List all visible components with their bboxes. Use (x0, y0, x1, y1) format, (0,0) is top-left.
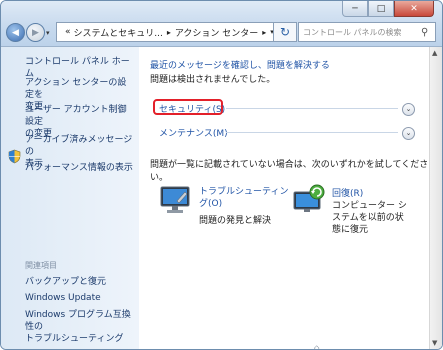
scroll-down-icon[interactable]: ▼ (432, 339, 437, 347)
search-box[interactable]: ⚲ (298, 22, 436, 42)
sidebar-related-backup-restore[interactable]: バックアップと復元 (25, 276, 135, 288)
chevron-down-icon: ⌄ (405, 105, 412, 113)
sidebar-related-windows-update[interactable]: Windows Update (25, 292, 135, 304)
hint-text: 問題が一覧に記載されていない場合は、次のいずれかを試してください。 (150, 160, 429, 183)
recovery-desc: コンピューター シ ステムを以前の状 態に復元 (332, 200, 407, 236)
recovery-desc-line: 態に復元 (332, 225, 369, 235)
scroll-up-icon[interactable]: ▲ (432, 49, 437, 57)
refresh-icon: ↻ (279, 25, 291, 39)
window: ─ □ ✕ ◀ ▶ ▾ « システムとセキュリ... ▸ アクション センター … (0, 0, 443, 350)
recovery-desc-line: コンピューター シ (332, 201, 407, 211)
breadcrumb-overflow-icon[interactable]: « (65, 27, 71, 37)
chevron-down-icon: ⌄ (405, 129, 412, 137)
recent-pages-icon[interactable]: ▾ (46, 29, 50, 37)
recovery-link[interactable]: 回復(R) (332, 186, 363, 199)
breadcrumb-separator-icon[interactable]: ▸ (262, 28, 266, 37)
sidebar-item-performance-info[interactable]: パフォーマンス情報の表示 (25, 162, 135, 174)
sidebar-item-label: アクション センターの設定を (25, 78, 127, 100)
minimize-icon: ─ (352, 3, 358, 14)
back-arrow-icon: ◀ (12, 27, 19, 38)
resize-grip-icon[interactable]: ◇ (314, 344, 319, 349)
title-bar: ─ □ ✕ ◀ ▶ ▾ « システムとセキュリ... ▸ アクション センター … (1, 1, 442, 47)
back-button[interactable]: ◀ (6, 23, 25, 42)
recovery-icon[interactable] (292, 184, 326, 216)
troubleshooting-title: グ(O) (199, 199, 223, 209)
maximize-icon: □ (376, 3, 386, 14)
refresh-button[interactable]: ↻ (273, 22, 297, 42)
sidebar-item-label: Windows プログラム互換性の (25, 310, 131, 332)
troubleshooting-icon[interactable] (159, 184, 191, 216)
sidebar-item-label: トラブルシューティング (25, 334, 124, 344)
search-icon[interactable]: ⚲ (421, 27, 428, 38)
sidebar-item-label: Windows Update (25, 293, 101, 303)
close-icon: ✕ (410, 3, 418, 14)
search-input[interactable] (299, 26, 421, 38)
vertical-scrollbar[interactable]: ▲ ▼ (429, 47, 442, 349)
section-divider (226, 132, 398, 133)
main-content: 最近のメッセージを確認し、問題を解決する 問題は検出されませんでした。 セキュリ… (140, 47, 442, 349)
sidebar: コントロール パネル ホーム アクション センターの設定を 変更 ユーザー アカ… (1, 47, 139, 349)
address-bar[interactable]: « システムとセキュリ... ▸ アクション センター ▸ ▾ (56, 22, 274, 42)
sidebar-related-compat-troubleshooting[interactable]: Windows プログラム互換性の トラブルシューティング (25, 309, 135, 345)
sidebar-item-label: アーカイブ済みメッセージの (25, 135, 133, 157)
breadcrumb-action-center[interactable]: アクション センター (175, 26, 258, 39)
recovery-desc-line: ステムを以前の状 (332, 213, 404, 223)
forward-button[interactable]: ▶ (26, 23, 45, 42)
troubleshooting-title: トラブルシューティン (199, 187, 289, 197)
breadcrumb-separator-icon[interactable]: ▸ (167, 28, 171, 37)
minimize-button[interactable]: ─ (342, 1, 368, 17)
close-button[interactable]: ✕ (394, 1, 434, 17)
window-controls: ─ □ ✕ (342, 1, 434, 17)
troubleshooting-desc: 問題の発見と解決 (199, 216, 272, 226)
forward-arrow-icon: ▶ (32, 27, 39, 38)
section-maintenance-header[interactable]: メンテナンス(M) (159, 126, 228, 139)
review-messages-link[interactable]: 最近のメッセージを確認し、問題を解決する (150, 58, 330, 71)
sidebar-item-label: パフォーマンス情報の表示 (25, 163, 133, 173)
section-divider (226, 108, 398, 109)
status-text: 問題は検出されませんでした。 (150, 75, 276, 85)
related-heading: 関連項目 (25, 261, 57, 270)
troubleshooting-link[interactable]: トラブルシューティン グ(O) (199, 186, 288, 210)
expand-security-button[interactable]: ⌄ (402, 103, 415, 116)
sidebar-item-label: ユーザー アカウント制御設定 (25, 105, 127, 127)
uac-shield-icon (8, 149, 21, 164)
expand-maintenance-button[interactable]: ⌄ (402, 127, 415, 140)
maximize-button[interactable]: □ (368, 1, 394, 17)
sidebar-item-label: バックアップと復元 (25, 277, 107, 287)
breadcrumb-system-security[interactable]: システムとセキュリ... (74, 26, 163, 39)
section-security-header[interactable]: セキュリティ(S) (159, 102, 225, 115)
